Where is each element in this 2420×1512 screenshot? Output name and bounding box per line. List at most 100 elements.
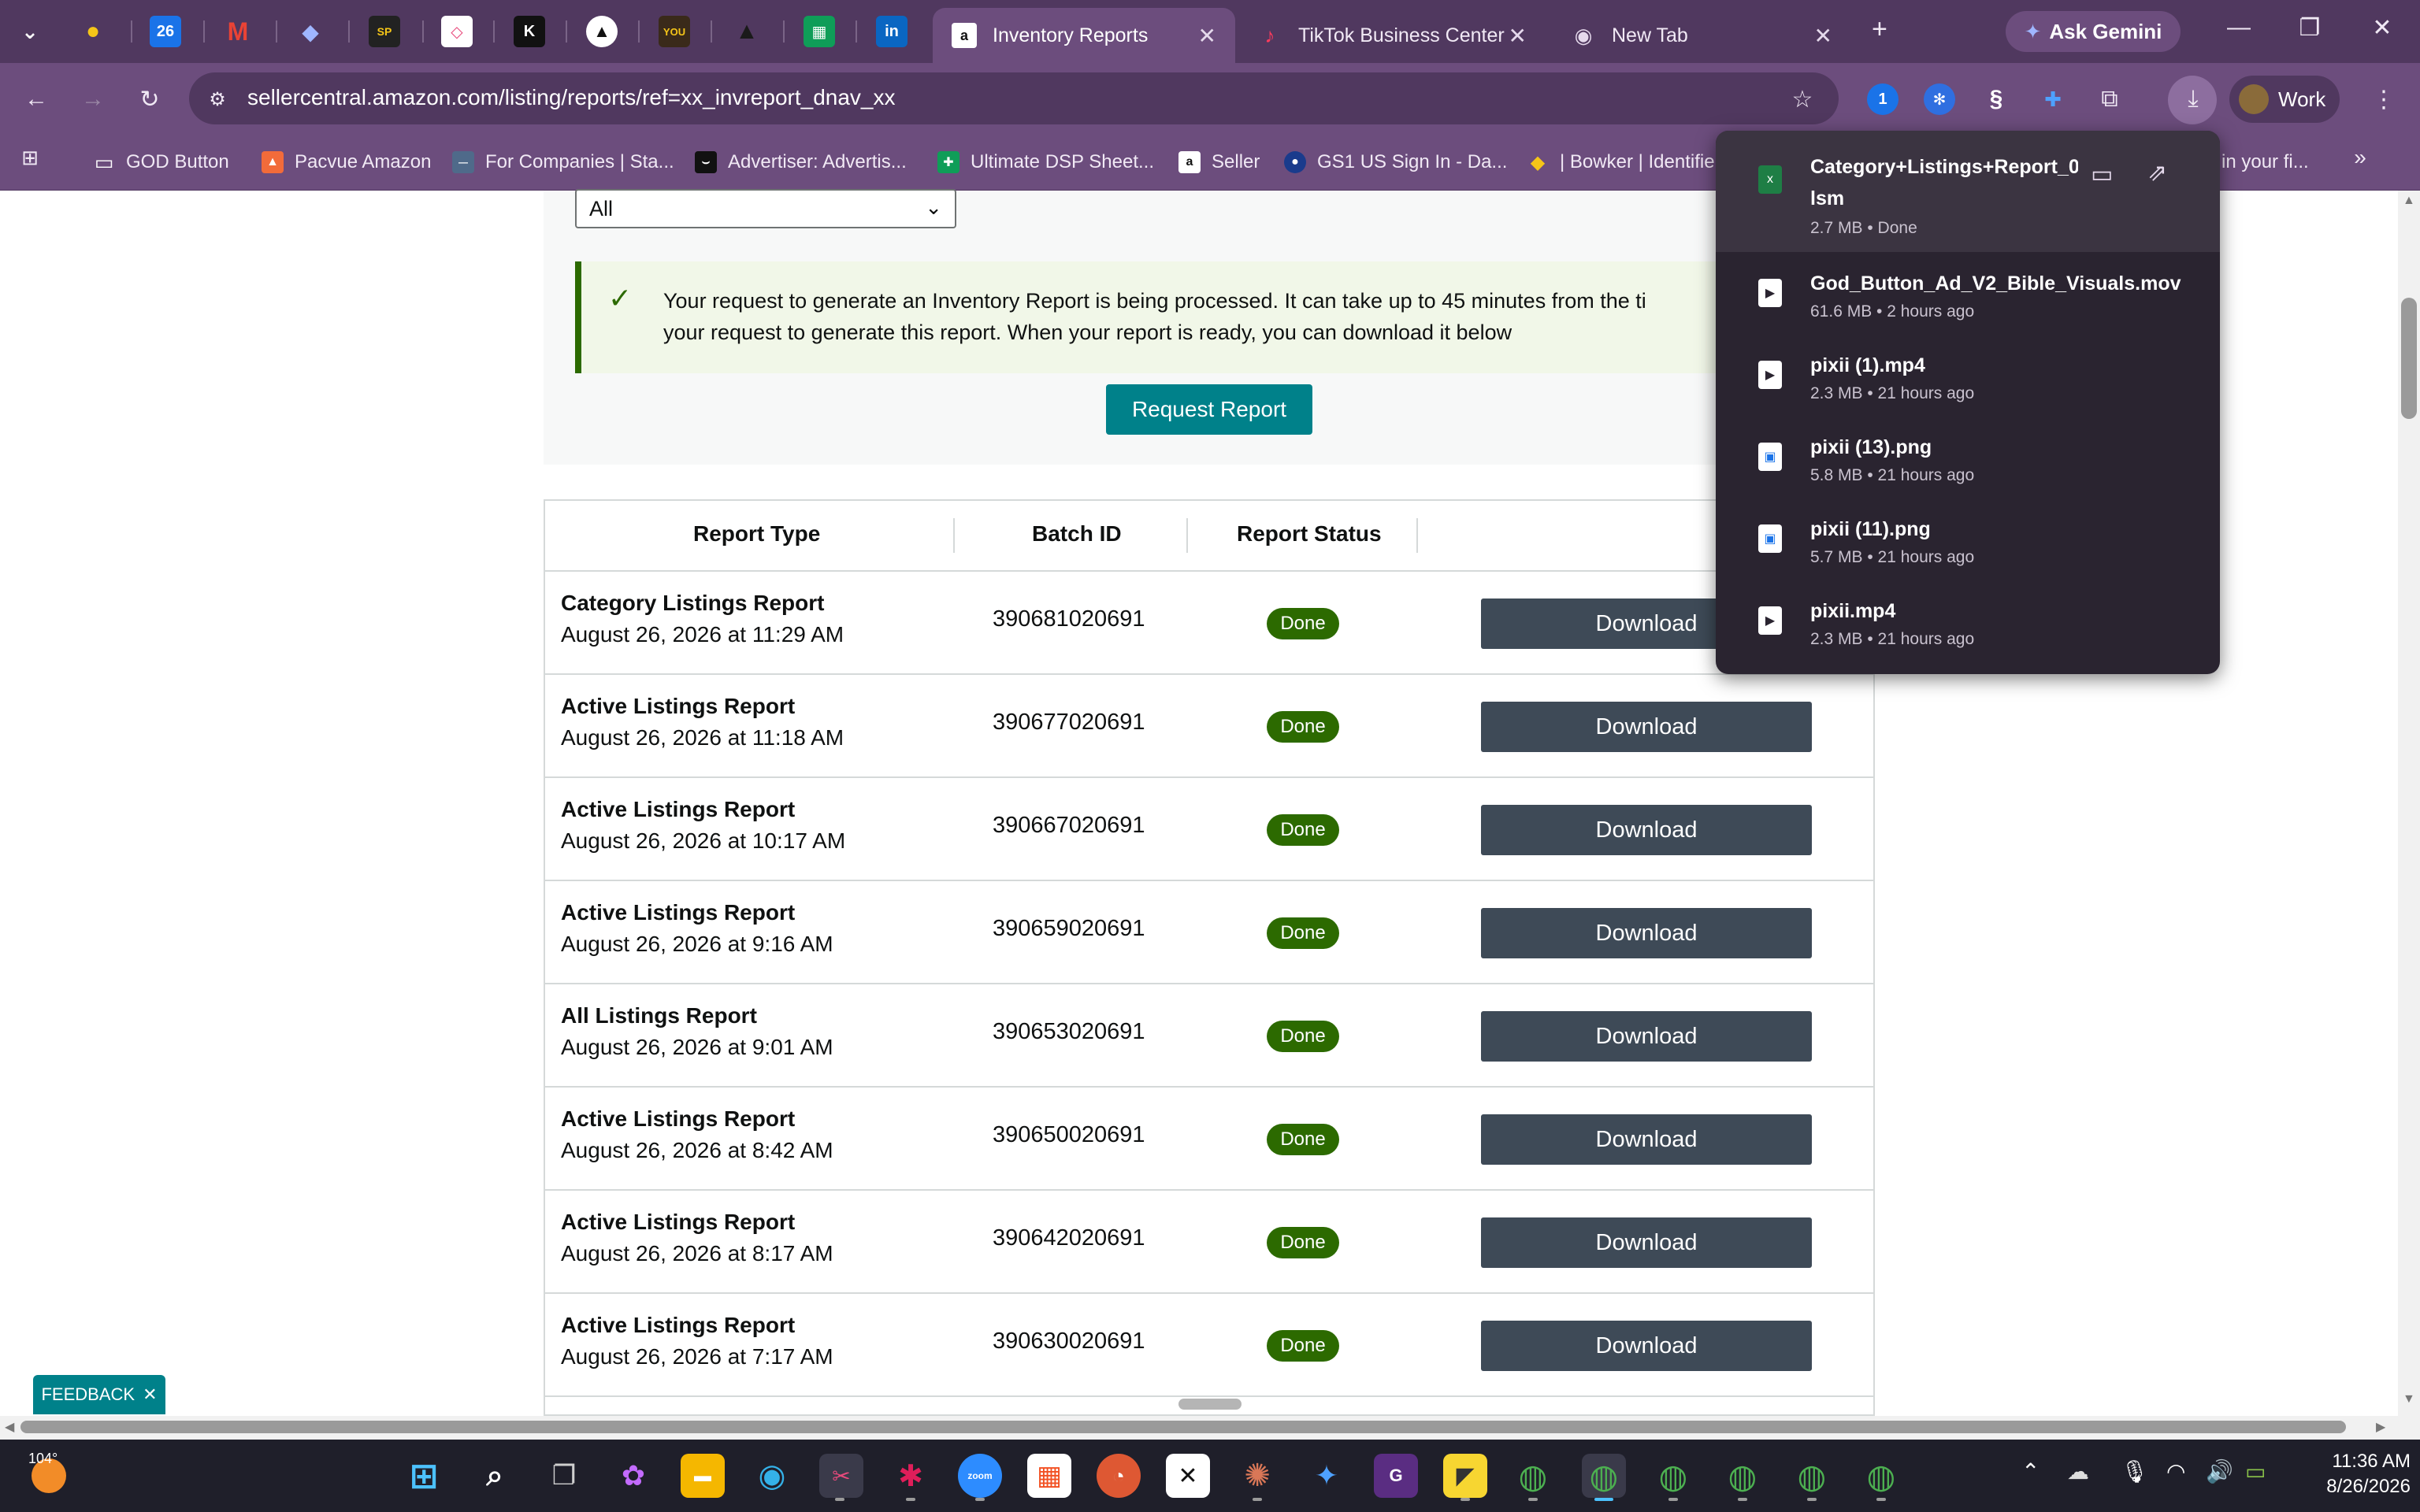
download-button[interactable]: Download [1481,1217,1812,1268]
onedrive-icon[interactable]: ☁ [2067,1458,2089,1484]
profile-button[interactable]: Work [2229,76,2340,123]
claude-icon[interactable]: ✺ [1235,1454,1279,1498]
close-icon[interactable]: ✕ [1198,23,1216,49]
volume-icon[interactable]: 🔊 [2206,1458,2233,1484]
capcut-icon[interactable]: ✕ [1166,1454,1210,1498]
scroll-right-arrow-icon[interactable]: ▶ [2376,1419,2385,1435]
gmail-icon[interactable]: M [222,16,254,47]
download-button[interactable]: Download [1481,908,1812,958]
resize-handle[interactable] [1178,1399,1242,1410]
download-item[interactable]: ▣ pixii (11).png 5.7 MB • 21 hours ago [1716,509,2220,591]
file-explorer-icon[interactable]: ▬ [681,1454,725,1498]
tab-new-tab[interactable]: ◉ New Tab ✕ [1552,8,1851,63]
k-icon[interactable]: K [514,16,545,47]
download-item[interactable]: ▶ pixii.mp4 2.3 MB • 21 hours ago [1716,591,2220,673]
cinema-icon[interactable]: YOU [659,16,690,47]
bookmark-pacvue[interactable]: ▲ Pacvue Amazon [262,145,431,180]
close-icon[interactable]: ✕ [1509,23,1527,49]
download-button[interactable]: Download [1481,702,1812,752]
restore-icon[interactable]: ❐ [2286,14,2333,42]
diamond-icon[interactable]: ◆ [295,16,326,47]
g-app-icon[interactable]: G [1374,1454,1418,1498]
bookmark-in-your-fi[interactable]: in your fi... [2221,145,2309,180]
download-icon[interactable]: ⤓ [2176,82,2210,117]
scroll-left-arrow-icon[interactable]: ◀ [5,1419,14,1435]
download-button[interactable]: Download [1481,1114,1812,1165]
open-external-icon[interactable]: ⇗ [2147,159,2167,187]
apps-grid-icon[interactable]: ⊞ [13,140,47,175]
feedback-button[interactable]: FEEDBACK ✕ [33,1375,165,1414]
bookmark-gs1[interactable]: ● GS1 US Sign In - Da... [1284,145,1507,180]
download-item[interactable]: ▶ pixii (1).mp4 2.3 MB • 21 hours ago [1716,345,2220,427]
window-close-icon[interactable]: ✕ [2359,14,2406,42]
download-item[interactable]: x Category+Listings+Report_0 lsm 2.7 MB … [1716,131,2220,252]
scroll-down-arrow-icon[interactable]: ▼ [2403,1392,2415,1406]
reload-icon[interactable]: ↻ [132,82,167,117]
arrow-icon[interactable]: ▲ [731,16,763,47]
url-text[interactable]: sellercentral.amazon.com/listing/reports… [247,85,896,110]
slack-icon[interactable]: ✱ [889,1454,933,1498]
pen-app-icon[interactable]: ✦ [1305,1454,1349,1498]
chrome-icon[interactable]: ◍ [1582,1454,1626,1498]
snowflake-extension-icon[interactable]: ✻ [1924,83,1955,115]
task-view-icon[interactable]: ❐ [542,1454,586,1498]
microsoft-store-icon[interactable]: ▦ [1027,1454,1071,1498]
bulb-icon[interactable]: ● [77,16,109,47]
edge-icon[interactable]: ◉ [750,1454,794,1498]
sticky-notes-icon[interactable]: ◤ [1443,1454,1487,1498]
search-icon[interactable]: ⌕ [473,1454,517,1498]
scroll-up-arrow-icon[interactable]: ▲ [2403,194,2415,208]
download-button[interactable]: Download [1481,1321,1812,1371]
password-manager-icon[interactable]: 1 [1867,83,1899,115]
bookmark-seller[interactable]: a Seller [1178,145,1260,180]
bookmark-god-button[interactable]: ▭ GOD Button [93,145,229,180]
chrome-icon[interactable]: ◍ [1720,1454,1765,1498]
chrome-icon[interactable]: ◍ [1651,1454,1695,1498]
tab-tiktok-business-center[interactable]: ♪ TikTok Business Center ✕ [1238,8,1546,63]
download-button[interactable]: Download [1481,805,1812,855]
site-settings-icon[interactable]: ⚙ [200,82,235,117]
chrome-icon[interactable]: ◍ [1859,1454,1903,1498]
chrome-icon[interactable]: ◍ [1511,1454,1555,1498]
calendar-icon[interactable]: 26 [150,16,181,47]
open-folder-icon[interactable]: ▭ [2091,161,2113,188]
tray-chevron-up-icon[interactable]: ⌃ [2021,1458,2040,1484]
bookmark-bowker[interactable]: ◆ | Bowker | Identifie [1527,145,1715,180]
close-icon[interactable]: ✕ [1814,23,1832,49]
system-clock[interactable]: 11:36 AM 8/26/2026 [2285,1449,2411,1499]
sheets-icon[interactable]: ▦ [804,16,835,47]
bookmark-dsp-sheet[interactable]: ✚ Ultimate DSP Sheet... [937,145,1154,180]
chrome-icon[interactable]: ◍ [1790,1454,1834,1498]
forward-icon[interactable]: → [76,82,110,117]
swirl-extension-icon[interactable]: § [1980,83,2012,115]
battery-icon[interactable]: ▭ [2245,1458,2266,1484]
menu-kebab-icon[interactable]: ⋮ [2366,82,2401,117]
new-tab-icon[interactable]: + [1872,14,1887,45]
microphone-icon[interactable]: 🎙 [2121,1458,2149,1484]
download-item[interactable]: ▶ God_Button_Ad_V2_Bible_Visuals.mov 61.… [1716,263,2220,345]
vertical-scroll-thumb[interactable] [2401,298,2417,419]
horizontal-scroll-thumb[interactable] [20,1421,2346,1433]
linkedin-icon[interactable]: in [876,16,908,47]
zoom-icon[interactable]: zoom [958,1454,1002,1498]
tab-inventory-reports[interactable]: a Inventory Reports ✕ [933,8,1235,63]
ask-gemini-button[interactable]: ✦ Ask Gemini [2006,11,2181,52]
plus-extension-icon[interactable]: ✚ [2037,83,2069,115]
bookmark-advertiser[interactable]: ⌣ Advertiser: Advertis... [695,145,907,180]
wifi-icon[interactable]: ◠ [2166,1458,2185,1484]
triangle-icon[interactable]: ▲ [586,16,618,47]
duckduckgo-icon[interactable]: ◔ [1097,1454,1141,1498]
sp-icon[interactable]: SP [369,16,400,47]
back-icon[interactable]: ← [19,82,54,117]
start-icon[interactable]: ⊞ [402,1454,446,1498]
bookmark-star-icon[interactable]: ☆ [1785,82,1820,117]
report-filter-select[interactable]: All ⌄ [575,189,956,228]
extensions-puzzle-icon[interactable]: ⧉ [2092,82,2127,117]
snipping-tool-icon[interactable]: ✂ [819,1454,863,1498]
download-button[interactable]: Download [1481,1011,1812,1062]
download-item[interactable]: ▣ pixii (13).png 5.8 MB • 21 hours ago [1716,427,2220,509]
request-report-button[interactable]: Request Report [1106,384,1312,435]
tab-search-chevron-icon[interactable]: ⌄ [14,16,46,47]
clickup-icon[interactable]: ◇ [441,16,473,47]
copilot-icon[interactable]: ✿ [611,1454,655,1498]
